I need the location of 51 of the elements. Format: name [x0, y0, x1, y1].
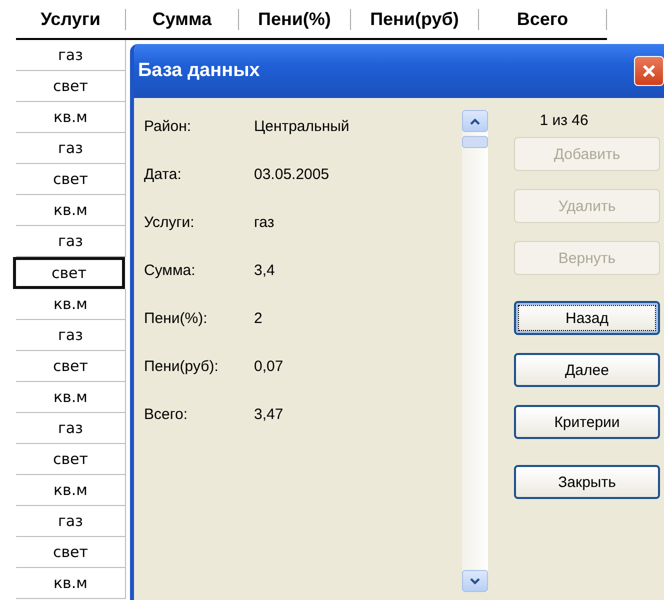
table-cell[interactable]: свет: [16, 351, 126, 382]
field-label: Услуги:: [144, 214, 196, 230]
field-value: 03.05.2005: [254, 166, 330, 182]
field-label: Пени(руб):: [144, 358, 220, 374]
table-cell[interactable]: газ: [16, 40, 126, 71]
column-header: Услуги: [16, 8, 126, 30]
field-value: 0,07: [254, 358, 284, 374]
field-label: Всего:: [144, 406, 188, 422]
table-cell[interactable]: свет: [16, 164, 126, 195]
scroll-thumb[interactable]: [462, 136, 488, 148]
field-label: Пени(%):: [144, 310, 208, 326]
scrollbar[interactable]: [462, 110, 488, 592]
table-cell[interactable]: кв.м: [16, 382, 126, 413]
table-cell[interactable]: свет: [13, 257, 125, 289]
close-icon: [642, 64, 656, 78]
close-button[interactable]: [634, 56, 664, 86]
column-header: Всего: [479, 8, 607, 30]
field-value: 3,47: [254, 406, 284, 422]
table-cell[interactable]: кв.м: [16, 195, 126, 226]
field-label: Район:: [144, 118, 192, 134]
table-cell[interactable]: свет: [16, 71, 126, 102]
field-value: газ: [254, 214, 274, 230]
action-button[interactable]: Назад: [514, 301, 660, 335]
table-cell[interactable]: газ: [16, 133, 126, 164]
field-label: Дата:: [144, 166, 182, 182]
action-button[interactable]: Далее: [514, 353, 660, 387]
scroll-down-button[interactable]: [462, 570, 488, 592]
table-cell[interactable]: свет: [16, 444, 126, 475]
column-header: Пени(руб): [351, 8, 479, 30]
field-label: Сумма:: [144, 262, 196, 278]
table-cell[interactable]: кв.м: [16, 475, 126, 506]
table-cell[interactable]: газ: [16, 413, 126, 444]
column-header: Сумма: [126, 8, 239, 30]
action-button[interactable]: Критерии: [514, 405, 660, 439]
chevron-up-icon: [470, 118, 480, 124]
table-cell[interactable]: свет: [16, 537, 126, 568]
column-header: Пени(%): [239, 8, 351, 30]
chevron-down-icon: [470, 578, 480, 584]
action-button[interactable]: Закрыть: [514, 465, 660, 499]
field-value: Центральный: [254, 118, 350, 134]
table-cell[interactable]: газ: [16, 506, 126, 537]
field-value: 3,4: [254, 262, 275, 278]
table-cell[interactable]: кв.м: [16, 102, 126, 133]
field-value: 2: [254, 310, 262, 326]
scroll-up-button[interactable]: [462, 110, 488, 132]
window-title: База данных: [138, 60, 260, 82]
record-counter: 1 из 46: [538, 112, 590, 129]
table-cell[interactable]: кв.м: [16, 289, 126, 320]
table-cell[interactable]: газ: [16, 320, 126, 351]
table-cell[interactable]: газ: [16, 226, 126, 257]
table-cell[interactable]: кв.м: [16, 568, 126, 599]
